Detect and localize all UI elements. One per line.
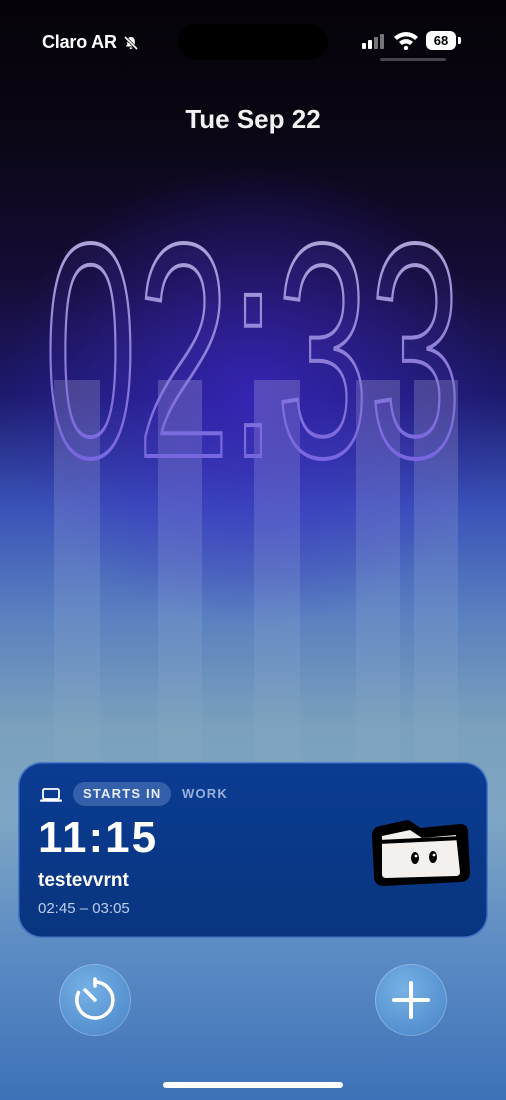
carrier-name: Claro AR — [42, 32, 117, 52]
carrier-label: Claro AR — [42, 32, 139, 53]
plus-icon — [392, 981, 430, 1019]
signal-icon — [362, 34, 384, 49]
starts-in-badge: STARTS IN — [73, 782, 172, 806]
folder-mascot-icon — [372, 820, 470, 886]
event-time-range: 02:45 – 03:05 — [38, 900, 130, 917]
event-title: testevvrnt — [38, 870, 129, 891]
category-label: WORK — [182, 786, 228, 801]
battery-tip — [458, 37, 461, 44]
clock: 02:33 — [42, 178, 464, 470]
timer-button[interactable] — [59, 964, 131, 1036]
laptop-icon — [40, 788, 62, 802]
dynamic-island — [178, 24, 328, 60]
event-widget[interactable]: STARTS IN WORK 11:15 testevvrnt 02:45 – … — [18, 762, 488, 938]
lock-screen: { "status_bar": { "carrier": "Claro AR",… — [0, 0, 506, 1100]
bell-slash-icon — [123, 35, 138, 50]
wifi-icon — [394, 32, 418, 50]
battery-indicator: 68 — [426, 31, 456, 50]
add-button[interactable] — [375, 964, 447, 1036]
status-bar: Claro AR 68 — [0, 0, 506, 80]
timer-icon — [75, 977, 115, 1020]
home-indicator[interactable] — [163, 1082, 343, 1088]
clock-time: 02:33 — [44, 180, 462, 470]
countdown-time: 11:15 — [38, 813, 159, 862]
notification-pill — [380, 58, 446, 61]
